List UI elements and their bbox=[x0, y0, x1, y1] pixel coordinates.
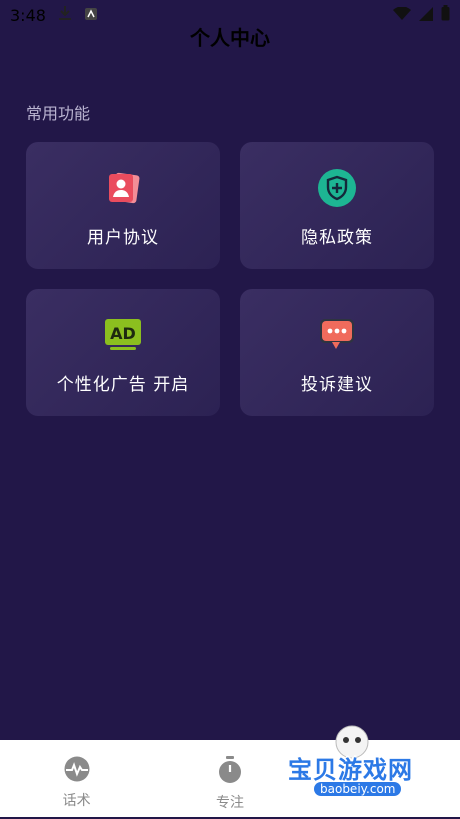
card-personalized-ads[interactable]: AD 个性化广告 开启 bbox=[26, 289, 220, 416]
card-user-agreement[interactable]: 用户协议 bbox=[26, 142, 220, 269]
shield-plus-icon bbox=[318, 169, 356, 207]
chat-bubble-icon bbox=[318, 316, 356, 354]
tab-huashu[interactable]: 话术 bbox=[0, 740, 153, 817]
card-label: 用户协议 bbox=[87, 228, 159, 248]
user-agreement-icon bbox=[104, 169, 142, 207]
watermark-text: 宝贝游戏网 bbox=[288, 756, 413, 784]
page-title: 个人中心 bbox=[190, 26, 270, 50]
card-feedback[interactable]: 投诉建议 bbox=[240, 289, 434, 416]
watermark-url: baobeiy.com bbox=[314, 782, 402, 796]
waveform-icon bbox=[63, 756, 91, 786]
watermark: 宝贝游戏网 baobeiy.com bbox=[284, 720, 434, 815]
ad-icon-text: AD bbox=[110, 324, 136, 343]
ad-icon: AD bbox=[104, 316, 142, 354]
card-label: 个性化广告 开启 bbox=[56, 375, 190, 395]
stopwatch-icon bbox=[216, 756, 244, 788]
section-title: 常用功能 bbox=[26, 104, 91, 123]
tab-label: 专注 bbox=[215, 795, 244, 811]
card-privacy-policy[interactable]: 隐私政策 bbox=[240, 142, 434, 269]
card-label: 隐私政策 bbox=[301, 228, 373, 248]
card-label: 投诉建议 bbox=[301, 375, 373, 395]
tab-label: 话术 bbox=[62, 793, 91, 809]
